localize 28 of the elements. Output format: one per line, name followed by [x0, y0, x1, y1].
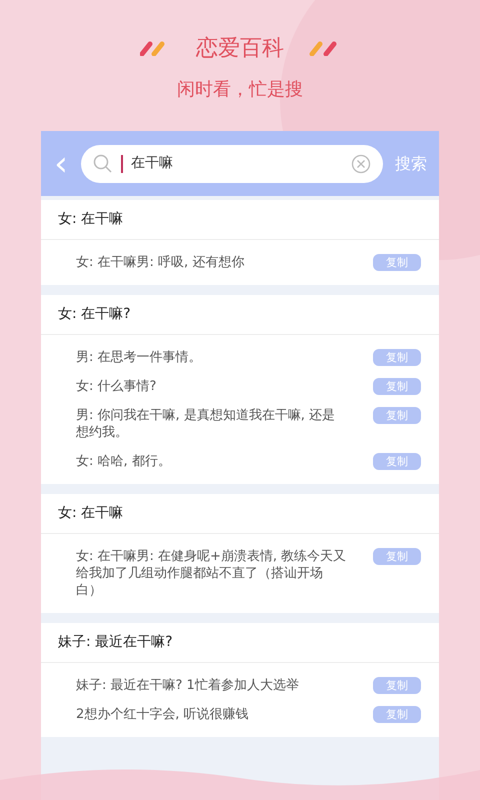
search-button[interactable]: 搜索: [395, 152, 427, 176]
result-text: 妹子: 最近在干嘛? 1忙着参加人大选举: [76, 677, 300, 694]
copy-button[interactable]: 复制: [373, 254, 421, 271]
search-field[interactable]: 在干嘛: [81, 144, 383, 182]
copy-button[interactable]: 复制: [373, 378, 421, 395]
subtitle: 闲时看，忙是搜: [177, 78, 303, 102]
section-title: 妹子: 最近在干嘛?: [58, 633, 173, 652]
result-text: 男: 你问我在干嘛, 是真想知道我在干嘛, 还是想约我。: [76, 407, 336, 441]
search-input[interactable]: 在干嘛: [131, 153, 343, 174]
copy-button[interactable]: 复制: [373, 706, 421, 723]
app-title: 恋爱百科: [196, 34, 284, 62]
section-title: 女: 在干嘛: [58, 504, 124, 523]
result-text: 2想办个红十字会, 听说很赚钱: [76, 706, 250, 723]
back-button[interactable]: ‹: [53, 146, 69, 180]
clear-icon[interactable]: [351, 154, 371, 174]
result-text: 女: 在干嘛男: 在健身呢+崩溃表情, 教练今天又给我加了几组动作腿都站不直了（搭讪开场白）: [76, 548, 348, 599]
copy-button[interactable]: 复制: [373, 677, 421, 694]
copy-button[interactable]: 复制: [373, 548, 421, 565]
result-text: 女: 什么事情?: [76, 378, 158, 395]
search-icon: [93, 154, 113, 174]
copy-button[interactable]: 复制: [373, 349, 421, 366]
section-title: 女: 在干嘛: [58, 210, 124, 229]
copy-button[interactable]: 复制: [373, 407, 421, 424]
section-title: 女: 在干嘛?: [58, 305, 131, 324]
result-text: 女: 哈哈, 都行。: [76, 453, 172, 470]
result-text: 男: 在思考一件事情。: [76, 349, 203, 366]
result-text: 女: 在干嘛男: 呼吸, 还有想你: [76, 254, 246, 271]
copy-button[interactable]: 复制: [373, 453, 421, 470]
